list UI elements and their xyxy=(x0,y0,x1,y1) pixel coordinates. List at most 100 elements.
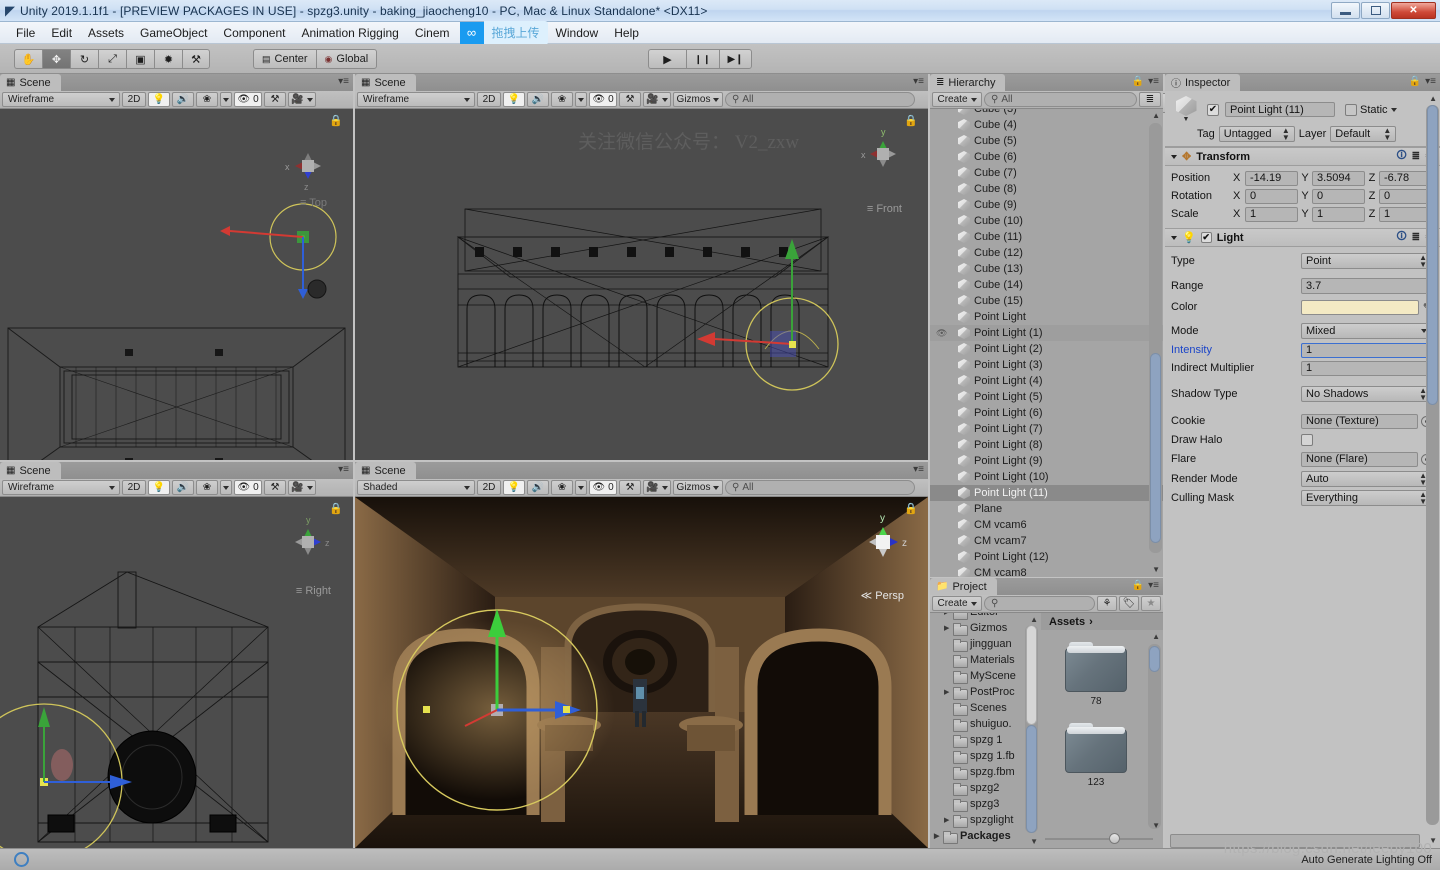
view-label-right[interactable]: ≡ Right xyxy=(296,585,331,597)
rotation-z-field[interactable]: 0 xyxy=(1379,189,1432,204)
expand-arrow-icon[interactable]: ▶ xyxy=(944,816,953,824)
gizmos-dropdown-2[interactable]: Gizmos xyxy=(673,92,723,107)
expand-arrow-icon[interactable]: ▶ xyxy=(934,832,943,840)
list-item[interactable]: Point Light (2) xyxy=(930,341,1163,357)
list-item[interactable]: Plane xyxy=(930,501,1163,517)
tree-item[interactable]: ▶spzglight xyxy=(930,812,1040,828)
list-item[interactable]: Cube (7) xyxy=(930,165,1163,181)
list-item[interactable]: Cube (8) xyxy=(930,181,1163,197)
asset-zoom-slider[interactable] xyxy=(1041,832,1161,846)
project-tree-scrollbar[interactable] xyxy=(1025,625,1038,833)
zoom-slider-knob[interactable] xyxy=(1109,833,1120,844)
toggle-2d-3[interactable]: 2D xyxy=(122,480,146,495)
hierarchy-scrollbar[interactable] xyxy=(1149,123,1162,553)
tag-dropdown[interactable]: Untagged ▲▼ xyxy=(1219,126,1295,142)
view-axis-gizmo-top[interactable]: x z xyxy=(273,131,343,201)
culling-mask-dropdown[interactable]: Everything ▲▼ xyxy=(1301,490,1432,506)
scene-viewport-front[interactable]: 关注微信公众号： V2_zxw xyxy=(355,109,928,460)
tree-item[interactable]: spzg2 xyxy=(930,780,1040,796)
list-item[interactable]: Cube (4) xyxy=(930,117,1163,133)
move-tool[interactable]: ✥ xyxy=(42,49,70,69)
panel-menu-3[interactable]: ▾≡ xyxy=(338,464,349,475)
view-axis-gizmo-persp[interactable]: y z xyxy=(848,507,918,577)
draw-mode-dropdown-1[interactable]: Wireframe xyxy=(2,92,120,107)
list-item[interactable]: Cube (6) xyxy=(930,149,1163,165)
scroll-up-arrow[interactable]: ▲ xyxy=(1152,111,1160,120)
effects-dropdown-1[interactable] xyxy=(220,92,232,107)
camera-icon[interactable]: 🎥 xyxy=(643,92,671,107)
speaker-icon[interactable]: 🔊 xyxy=(527,92,549,107)
camera-icon[interactable]: 🎥 xyxy=(288,480,316,495)
list-item[interactable]: Cube (11) xyxy=(930,229,1163,245)
menu-assets[interactable]: Assets xyxy=(80,24,132,42)
project-create-button[interactable]: Create xyxy=(932,596,982,611)
toggle-2d-2[interactable]: 2D xyxy=(477,92,501,107)
object-name-field[interactable]: Point Light (11) xyxy=(1225,102,1335,117)
list-item[interactable]: Point Light (7) xyxy=(930,421,1163,437)
asset-item[interactable]: 78 xyxy=(1041,642,1151,707)
tree-item[interactable]: Materials xyxy=(930,652,1040,668)
pivot-mode-button[interactable]: ▤ Center xyxy=(253,49,316,69)
effects-icon[interactable]: ❀ xyxy=(551,92,573,107)
rotate-tool[interactable]: ↻ xyxy=(70,49,98,69)
list-item[interactable]: Cube (14) xyxy=(930,277,1163,293)
project-search-input[interactable]: ⚲ xyxy=(984,596,1095,611)
tree-scroll-thumb-upper[interactable] xyxy=(1026,625,1037,725)
tree-scroll-down-arrow[interactable]: ▼ xyxy=(1030,837,1038,846)
menu-window[interactable]: Window xyxy=(548,24,607,42)
speaker-icon[interactable]: 🔊 xyxy=(527,480,549,495)
effects-dropdown-2[interactable] xyxy=(575,92,587,107)
effects-icon[interactable]: ❀ xyxy=(196,92,218,107)
list-item[interactable]: Cube (5) xyxy=(930,133,1163,149)
preset-icon[interactable]: ≣ xyxy=(1412,151,1420,162)
list-item-selected[interactable]: Point Light (11) xyxy=(930,485,1163,501)
effects-icon[interactable]: ❀ xyxy=(196,480,218,495)
lightbulb-icon[interactable]: 💡 xyxy=(148,92,170,107)
panel-menu-1[interactable]: ▾≡ xyxy=(338,76,349,87)
scale-tool[interactable]: ⤢ xyxy=(98,49,126,69)
list-item[interactable]: Point Light (5) xyxy=(930,389,1163,405)
scale-z-field[interactable]: 1 xyxy=(1379,207,1432,222)
tools-icon[interactable]: ⚒ xyxy=(264,92,286,107)
list-item[interactable]: Point Light (4) xyxy=(930,373,1163,389)
upload-widget[interactable]: ∞ 拖拽上传 xyxy=(460,22,548,44)
layer-dropdown[interactable]: Default ▲▼ xyxy=(1330,126,1396,142)
shadow-type-dropdown[interactable]: No Shadows ▲▼ xyxy=(1301,386,1432,402)
list-item[interactable]: CM vcam7 xyxy=(930,533,1163,549)
speaker-icon[interactable]: 🔊 xyxy=(172,92,194,107)
tools-icon[interactable]: ⚒ xyxy=(619,92,641,107)
effects-icon[interactable]: ❀ xyxy=(551,480,573,495)
menu-component[interactable]: Component xyxy=(215,24,293,42)
maximize-icon[interactable] xyxy=(1361,2,1390,19)
draw-mode-dropdown-3[interactable]: Wireframe xyxy=(2,480,120,495)
list-item[interactable]: 👁Point Light (1) xyxy=(930,325,1163,341)
transform-component-header[interactable]: ✥ Transform 🛈 ≣ ⚙ xyxy=(1165,147,1440,166)
render-mode-dropdown[interactable]: Auto ▲▼ xyxy=(1301,471,1432,487)
tab-scene-2[interactable]: ▦ Scene xyxy=(355,74,416,91)
hierarchy-search-input[interactable]: ⚲ All xyxy=(984,92,1137,107)
hierarchy-panel-menu[interactable]: 🔒▾≡ xyxy=(1132,76,1159,87)
assets-scroll-down-arrow[interactable]: ▼ xyxy=(1152,821,1160,830)
gizmos-dropdown-4[interactable]: Gizmos xyxy=(673,480,723,495)
light-component-header[interactable]: 💡 ✔ Light 🛈 ≣ ⚙ xyxy=(1165,228,1440,247)
assets-scroll-up-arrow[interactable]: ▲ xyxy=(1152,632,1160,641)
tree-item[interactable]: ▶Editor xyxy=(930,613,1040,620)
console-status-icon[interactable] xyxy=(14,852,29,867)
view-label-front[interactable]: ≡ Front xyxy=(867,203,902,215)
effects-dropdown-3[interactable] xyxy=(220,480,232,495)
close-icon[interactable]: ✕ xyxy=(1391,2,1436,19)
collapse-arrow-icon[interactable] xyxy=(1171,236,1177,240)
tree-scroll-up-arrow[interactable]: ▲ xyxy=(1030,615,1038,624)
breadcrumb[interactable]: Assets › xyxy=(1041,613,1163,630)
hidden-objects-toggle-4[interactable]: 👁0 xyxy=(589,480,617,495)
menu-animation-rigging[interactable]: Animation Rigging xyxy=(293,24,406,42)
hierarchy-scroll-thumb[interactable] xyxy=(1150,353,1161,543)
list-item[interactable]: Point Light (8) xyxy=(930,437,1163,453)
draw-halo-checkbox[interactable] xyxy=(1301,434,1313,446)
scroll-down-arrow[interactable]: ▼ xyxy=(1152,565,1160,574)
hierarchy-create-button[interactable]: Create xyxy=(932,92,982,107)
pause-button[interactable]: ❙❙ xyxy=(686,49,719,69)
lock-icon[interactable]: 🔒 xyxy=(1132,76,1144,87)
lock-icon[interactable]: 🔒 xyxy=(904,114,918,127)
tab-scene-3[interactable]: ▦ Scene xyxy=(0,462,61,479)
